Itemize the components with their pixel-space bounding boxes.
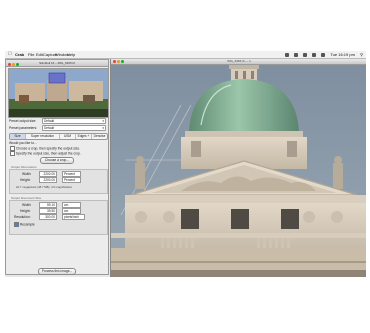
resolution-field[interactable]: 300.00 (39, 214, 57, 220)
choose-crop-button[interactable]: Choose a crop... (40, 157, 74, 164)
resample-label: Resample (19, 222, 35, 227)
image-viewer-window: IMG_6365.tif — 1 (110, 59, 366, 277)
thumbnail-preview[interactable] (8, 68, 109, 118)
would-you-like-label: Would you like to... (9, 141, 37, 145)
resample-checkbox[interactable] (14, 222, 19, 227)
minimize-icon[interactable] (116, 60, 120, 63)
height-field[interactable]: 2200.00 (39, 177, 57, 183)
menu-help[interactable]: Help (67, 51, 75, 58)
option-specify-size-label: Specify the output size, then adjust the… (15, 151, 81, 156)
settings-tabs: Size Super resolution USM Edges + Denois… (9, 133, 108, 140)
output-document-size-box: Width: 59.10 cm Height: 39.50 cm Resolut… (9, 200, 108, 235)
zoom-icon[interactable] (120, 60, 124, 63)
apple-menu-icon[interactable]:  (8, 51, 12, 58)
resolution-unit-value: pixels/inch (64, 215, 79, 219)
volume-icon[interactable] (312, 52, 317, 57)
height-unit-select[interactable]: Percent (62, 177, 81, 183)
width-unit-value: Percent (64, 172, 75, 176)
doc-width-unit-value: cm (64, 203, 69, 207)
status-icon[interactable] (284, 52, 289, 57)
minimize-icon[interactable] (12, 62, 15, 66)
menu-bar:  Crab File Edit Capture Window Help Tue… (5, 51, 366, 59)
tab-super-resolution[interactable]: Super resolution (26, 134, 60, 139)
panel-titlebar: SlimRoll 16 – IMG_6365.tif (6, 60, 108, 67)
viewer-title: IMG_6365.tif — 1 (227, 59, 251, 63)
control-panel-window: SlimRoll 16 – IMG_6365.tif Preset output… (5, 59, 109, 275)
doc-height-label: Height: (20, 209, 31, 213)
width-label: Width: (22, 172, 32, 176)
preset-parameters-select[interactable]: Default ▾ (42, 125, 106, 131)
megapixels-note: 22.7 megapixels (48.7 MB), 4.6 magnifica… (16, 185, 73, 189)
option-choose-crop-label: Choose a crop, then specify the output s… (15, 146, 81, 151)
battery-icon[interactable] (321, 52, 326, 57)
process-image-button[interactable]: Process this image... (38, 268, 76, 275)
zoom-icon[interactable] (16, 62, 19, 66)
chevron-down-icon: ▾ (102, 119, 104, 123)
thumbnail-image (9, 69, 108, 117)
height-label: Height: (20, 178, 31, 182)
wifi-icon[interactable] (303, 52, 308, 57)
status-icon[interactable] (293, 52, 298, 57)
resample-checkbox-row[interactable]: Resample (14, 222, 35, 227)
chevron-down-icon: ▾ (102, 126, 104, 130)
tab-denoise[interactable]: Denoise (92, 134, 107, 139)
resolution-unit-select[interactable]: pixels/inch (62, 214, 85, 220)
close-icon[interactable] (113, 60, 116, 63)
spotlight-icon[interactable]: ⚲ (360, 52, 363, 57)
resolution-label: Resolution: (14, 215, 31, 219)
panel-title: SlimRoll 16 – IMG_6365.tif (39, 61, 75, 65)
option-specify-size[interactable]: Specify the output size, then adjust the… (10, 151, 81, 156)
close-icon[interactable] (8, 62, 11, 66)
menu-clock[interactable]: Tue 16:19 pm (330, 52, 355, 57)
preset-parameters-value: Default (44, 126, 55, 130)
desktop-screen:  Crab File Edit Capture Window Help Tue… (5, 51, 366, 277)
menu-app-name[interactable]: Crab (15, 51, 24, 58)
menu-edit[interactable]: Edit (36, 51, 43, 58)
output-dimensions-box: Width: 2200.00 Percent Height: 2200.00 P… (9, 169, 108, 194)
menu-file[interactable]: File (28, 51, 34, 58)
height-unit-value: Percent (64, 178, 75, 182)
tab-size[interactable]: Size (10, 134, 26, 139)
preset-output-size-value: Default (44, 119, 55, 123)
preset-output-size-select[interactable]: Default ▾ (42, 118, 106, 124)
main-image[interactable] (111, 65, 366, 277)
preset-parameters-label: Preset parameters: (9, 126, 38, 130)
doc-height-unit-value: cm (64, 209, 69, 213)
option-radio[interactable] (10, 151, 15, 156)
doc-width-label: Width: (22, 203, 32, 207)
tab-edges[interactable]: Edges + (76, 134, 92, 139)
building-photo (111, 65, 366, 277)
preset-output-size-label: Preset output size: (9, 119, 37, 123)
tab-usm[interactable]: USM (60, 134, 76, 139)
